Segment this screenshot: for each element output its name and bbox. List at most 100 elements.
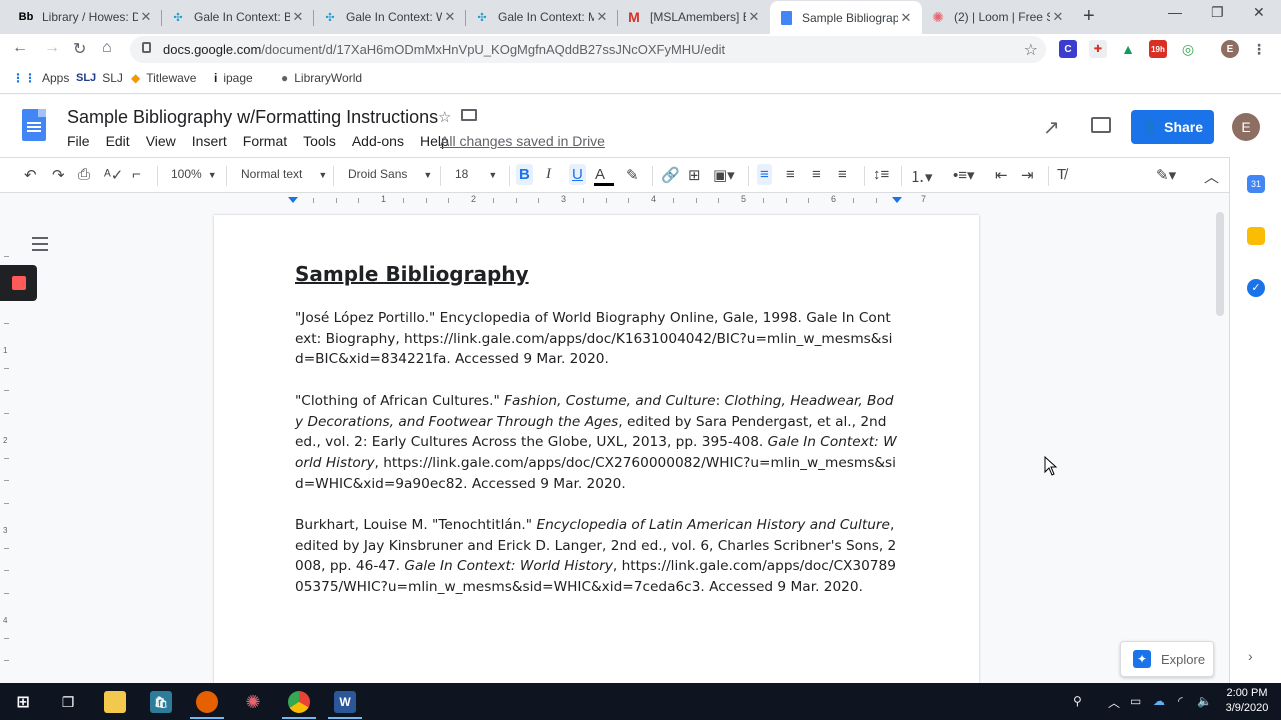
star-icon[interactable]: ☆	[438, 108, 451, 126]
paint-format-icon[interactable]: ⌐	[132, 166, 141, 183]
reload-icon[interactable]: ↻	[73, 39, 86, 59]
menu-addons[interactable]: Add-ons	[352, 133, 404, 149]
calendar-icon[interactable]: 31	[1247, 175, 1265, 193]
browser-tab-active[interactable]: Sample Bibliograp ✕	[770, 1, 922, 34]
move-folder-icon[interactable]	[461, 109, 477, 121]
share-button[interactable]: 👤 Share	[1131, 110, 1214, 144]
right-indent-marker[interactable]	[892, 197, 902, 203]
docs-logo-icon[interactable]	[22, 109, 46, 141]
windows-start-icon[interactable]: ⊞	[12, 691, 34, 713]
horizontal-ruler[interactable]: 1 2 3 4 5 6 7	[214, 194, 979, 208]
browser-tab[interactable]: Bb Library / Howes: D ✕	[10, 2, 162, 32]
close-icon[interactable]: ✕	[594, 9, 610, 25]
bookmark-star-icon[interactable]: ☆	[1024, 40, 1038, 60]
spellcheck-icon[interactable]: ᴬ✓	[104, 166, 123, 184]
explore-button[interactable]: ✦ Explore	[1120, 641, 1214, 677]
redo-icon[interactable]: ↷	[52, 166, 65, 184]
new-tab-icon[interactable]: +	[1083, 5, 1095, 28]
print-icon[interactable]: ⎙	[78, 166, 90, 183]
tasks-icon[interactable]: ✓	[1247, 279, 1265, 297]
tray-chevron-up-icon[interactable]: ︿	[1108, 694, 1120, 711]
editing-mode-icon[interactable]: ✎▾	[1156, 166, 1176, 184]
text-color-icon[interactable]: A	[593, 166, 615, 186]
browser-tab[interactable]: ✣ Gale In Context: M ✕	[466, 2, 618, 32]
bookmark-slj[interactable]: SLJ SLJ	[76, 71, 123, 85]
chrome-icon[interactable]	[282, 691, 316, 719]
activity-dashboard-icon[interactable]: ↗	[1043, 115, 1060, 140]
numbered-list-icon[interactable]: ⒈▾	[910, 166, 933, 187]
document-title[interactable]: Sample Bibliography w/Formatting Instruc…	[67, 107, 438, 128]
file-explorer-icon[interactable]	[104, 691, 126, 713]
bookmark-apps[interactable]: ⋮⋮ Apps	[12, 71, 69, 85]
align-left-icon[interactable]: ≡	[757, 164, 772, 185]
onedrive-icon[interactable]: ☁	[1153, 694, 1165, 708]
minimize-icon[interactable]: —	[1168, 4, 1182, 20]
close-icon[interactable]: ✕	[746, 9, 762, 25]
bookmark-titlewave[interactable]: ◆ Titlewave	[131, 71, 196, 85]
paragraph-style-select[interactable]: Normal text ▼	[241, 167, 327, 181]
underline-button[interactable]: U	[569, 164, 586, 185]
justify-icon[interactable]: ≡	[838, 166, 847, 183]
people-icon[interactable]: ⚲	[1073, 694, 1082, 708]
bulleted-list-icon[interactable]: •≡▾	[953, 166, 975, 184]
browser-tab[interactable]: M [MSLAmembers] E ✕	[618, 2, 770, 32]
vertical-scrollbar[interactable]	[1216, 212, 1224, 316]
italic-button[interactable]: I	[546, 166, 551, 183]
account-avatar[interactable]: E	[1232, 113, 1260, 141]
extension-bell-icon[interactable]: ✚	[1089, 40, 1107, 58]
close-icon[interactable]: ✕	[290, 9, 306, 25]
forward-icon[interactable]: →	[44, 39, 60, 57]
system-clock[interactable]: 2:00 PM 3/9/2020	[1219, 686, 1275, 716]
align-center-icon[interactable]: ≡	[786, 166, 795, 183]
extension-c-icon[interactable]: C	[1059, 40, 1077, 58]
close-icon[interactable]: ✕	[138, 9, 154, 25]
profile-avatar-icon[interactable]: E	[1221, 40, 1239, 58]
menu-insert[interactable]: Insert	[192, 133, 227, 149]
font-size-select[interactable]: 18 ▼	[455, 167, 497, 181]
restore-icon[interactable]: ❐	[1211, 4, 1224, 21]
menu-tools[interactable]: Tools	[303, 133, 336, 149]
bookmark-ipage[interactable]: i ipage	[214, 71, 253, 85]
left-indent-marker[interactable]	[288, 197, 298, 203]
increase-indent-icon[interactable]: ⇥	[1021, 166, 1034, 184]
comment-history-icon[interactable]	[1091, 117, 1111, 133]
close-icon[interactable]: ✕	[1050, 9, 1066, 25]
close-icon[interactable]: ✕	[442, 9, 458, 25]
undo-icon[interactable]: ↶	[24, 166, 37, 184]
address-bar[interactable]: docs.google.com/document/d/17XaH6mODmMxH…	[130, 36, 1046, 63]
add-comment-icon[interactable]: ⊞	[688, 166, 701, 184]
link-icon[interactable]: 🔗	[661, 166, 680, 184]
wifi-icon[interactable]: ◜	[1178, 694, 1183, 708]
menu-view[interactable]: View	[146, 133, 176, 149]
battery-icon[interactable]: ▭	[1130, 694, 1141, 708]
back-icon[interactable]: ←	[12, 39, 28, 57]
zoom-select[interactable]: 100% ▼	[171, 167, 217, 181]
task-view-icon[interactable]: ❐	[57, 691, 79, 713]
menu-edit[interactable]: Edit	[106, 133, 130, 149]
bold-button[interactable]: B	[516, 164, 533, 185]
insert-image-icon[interactable]: ▣▾	[713, 166, 735, 184]
clear-formatting-icon[interactable]: T̸	[1057, 166, 1066, 183]
bookmark-libraryworld[interactable]: ● LibraryWorld	[281, 71, 362, 85]
decrease-indent-icon[interactable]: ⇤	[995, 166, 1008, 184]
loom-taskbar-icon[interactable]: ✺	[242, 691, 264, 713]
align-right-icon[interactable]: ≡	[812, 166, 821, 183]
close-icon[interactable]: ✕	[898, 10, 914, 26]
menu-file[interactable]: File	[67, 133, 90, 149]
browser-tab[interactable]: ✣ Gale In Context: W ✕	[314, 2, 466, 32]
close-window-icon[interactable]: ✕	[1253, 4, 1265, 21]
font-select[interactable]: Droid Sans ▼	[348, 167, 432, 181]
document-page[interactable]: Sample Bibliography "José López Portillo…	[214, 215, 979, 683]
chrome-menu-icon[interactable]: ⋮	[1250, 40, 1268, 58]
keep-icon[interactable]	[1247, 227, 1265, 245]
url-text[interactable]: docs.google.com/document/d/17XaH6mODmMxH…	[163, 42, 725, 57]
home-icon[interactable]: ⌂	[102, 39, 112, 57]
chrome-extension-icon[interactable]: ◎	[1179, 40, 1197, 58]
volume-icon[interactable]: 🔈	[1197, 694, 1212, 708]
browser-tab[interactable]: ✺ (2) | Loom | Free S ✕	[922, 2, 1074, 32]
store-icon[interactable]: 🛍	[150, 691, 172, 713]
firefox-icon[interactable]	[190, 691, 224, 719]
highlight-icon[interactable]: ✎	[626, 166, 639, 184]
chevron-right-icon[interactable]: ›	[1248, 648, 1253, 664]
calendar-extension-icon[interactable]: 19h	[1149, 40, 1167, 58]
